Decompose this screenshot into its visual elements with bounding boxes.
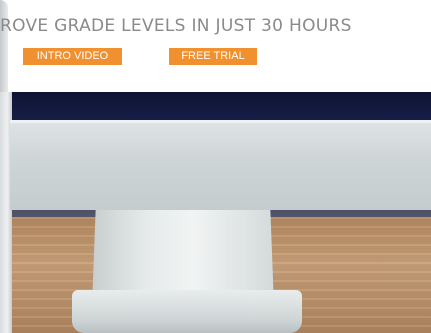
hero-image (0, 92, 431, 333)
free-trial-button[interactable]: FREE TRIAL (169, 48, 257, 65)
page-headline: ROVE GRADE LEVELS IN JUST 30 HOURS (0, 16, 352, 36)
intro-video-button[interactable]: INTRO VIDEO (23, 48, 122, 65)
monitor-stand-base (72, 290, 302, 333)
monitor-bezel-highlight (10, 120, 431, 123)
monitor-bezel (10, 120, 431, 210)
page: ROVE GRADE LEVELS IN JUST 30 HOURS INTRO… (0, 0, 431, 333)
